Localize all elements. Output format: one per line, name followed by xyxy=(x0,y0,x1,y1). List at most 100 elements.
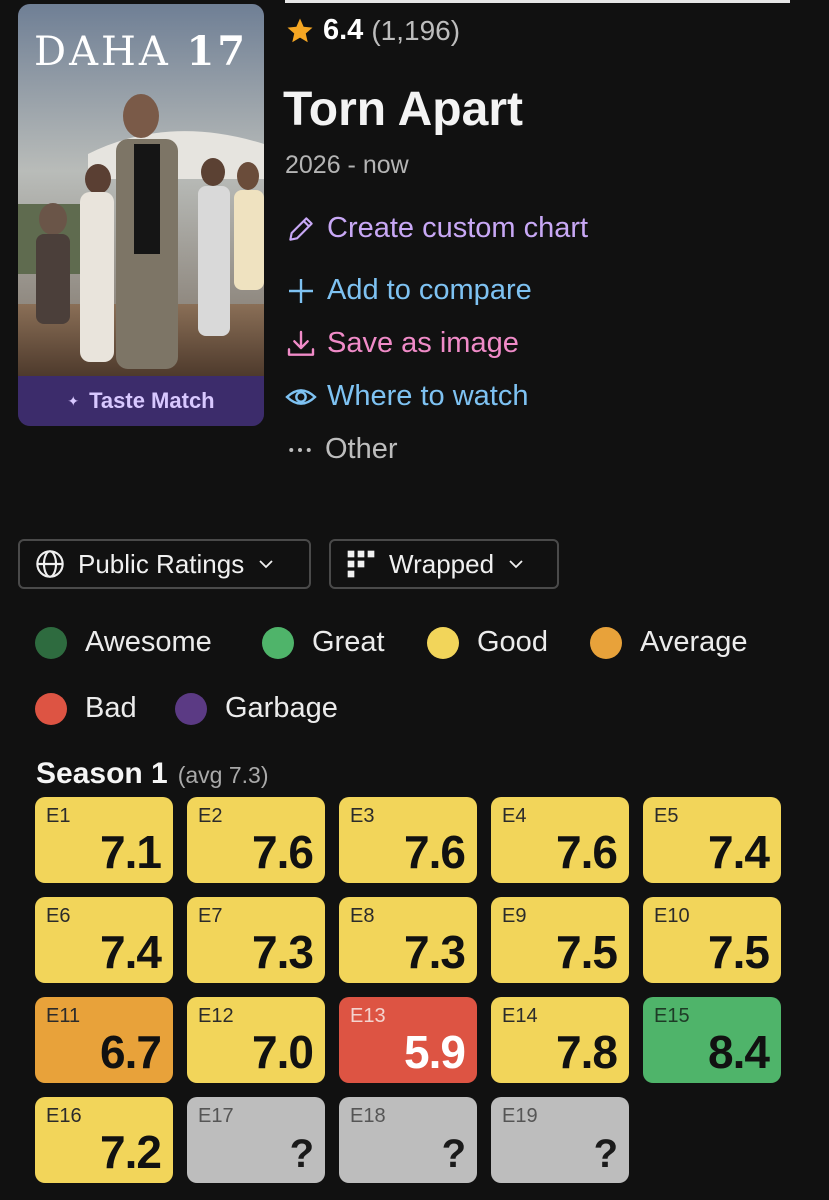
episode-number: E2 xyxy=(198,805,223,827)
episode-number: E8 xyxy=(350,905,375,927)
episode-cell-e6[interactable]: E6 7.4 xyxy=(35,897,173,983)
grid-icon xyxy=(347,550,375,578)
rating-value: 6.4 xyxy=(323,14,364,46)
episode-score: 7.6 xyxy=(556,826,618,878)
episode-cell-e16[interactable]: E16 7.2 xyxy=(35,1097,173,1183)
episode-cell-e15[interactable]: E15 8.4 xyxy=(643,997,781,1083)
episode-score: 7.6 xyxy=(252,826,314,878)
episode-cell-e5[interactable]: E5 7.4 xyxy=(643,797,781,883)
taste-match-label: Taste Match xyxy=(89,388,215,413)
episode-cell-e11[interactable]: E11 6.7 xyxy=(35,997,173,1083)
sparkle-icon: ✦ xyxy=(67,392,80,409)
episode-score: 7.5 xyxy=(556,926,618,978)
legend-label: Bad xyxy=(85,692,137,724)
ratings-source-dropdown[interactable]: Public Ratings xyxy=(18,539,311,589)
other-menu-link[interactable]: Other xyxy=(285,433,398,466)
episode-cell-e17[interactable]: E17? xyxy=(187,1097,325,1183)
episode-cell-e14[interactable]: E14 7.8 xyxy=(491,997,629,1083)
save-as-image-link[interactable]: Save as image xyxy=(285,327,519,360)
episode-score: ? xyxy=(289,1132,314,1176)
add-to-compare-link[interactable]: Add to compare xyxy=(285,274,532,307)
layout-dropdown[interactable]: Wrapped xyxy=(329,539,559,589)
legend-label: Garbage xyxy=(225,692,338,724)
legend-item-great: Great xyxy=(262,626,385,659)
episode-score: 7.1 xyxy=(100,826,162,878)
rating-row: 6.4 (1,196) xyxy=(285,14,460,47)
episode-score: 7.2 xyxy=(100,1126,162,1178)
download-icon xyxy=(287,330,315,356)
episode-number: E17 xyxy=(198,1105,234,1127)
star-icon xyxy=(287,18,313,42)
episode-cell-e18[interactable]: E18? xyxy=(339,1097,477,1183)
taste-match-button[interactable]: ✦ Taste Match xyxy=(18,376,264,426)
legend-label: Average xyxy=(640,626,748,658)
episode-score: 6.7 xyxy=(100,1026,162,1078)
episode-number: E3 xyxy=(350,805,375,827)
episode-number: E14 xyxy=(502,1005,538,1027)
where-to-watch-link[interactable]: Where to watch xyxy=(285,380,528,413)
show-poster[interactable]: DAHA 17 ✦ Taste Match xyxy=(18,4,264,426)
chevron-down-icon xyxy=(259,560,273,569)
ratings-source-label: Public Ratings xyxy=(78,548,245,579)
episode-score: 7.0 xyxy=(252,1026,314,1078)
plus-icon xyxy=(289,278,313,303)
more-dots-icon xyxy=(289,447,311,452)
legend-label: Great xyxy=(312,626,385,658)
episode-number: E18 xyxy=(350,1105,386,1127)
episode-cell-e8[interactable]: E8 7.3 xyxy=(339,897,477,983)
episode-number: E13 xyxy=(350,1005,386,1027)
episode-number: E12 xyxy=(198,1005,234,1027)
episode-score: 7.6 xyxy=(404,826,466,878)
episode-score: 7.8 xyxy=(556,1026,618,1078)
season-name: Season 1 xyxy=(36,757,168,790)
poster-logo: DAHA 17 xyxy=(34,28,249,75)
episode-score: ? xyxy=(441,1132,466,1176)
pencil-icon xyxy=(289,216,313,241)
legend-dot xyxy=(262,626,294,659)
episode-score: ? xyxy=(593,1132,618,1176)
episode-cell-e7[interactable]: E7 7.3 xyxy=(187,897,325,983)
show-years: 2026 - now xyxy=(285,151,409,179)
eye-icon xyxy=(285,388,317,405)
episode-cell-e3[interactable]: E3 7.6 xyxy=(339,797,477,883)
episode-cell-e12[interactable]: E12 7.0 xyxy=(187,997,325,1083)
episode-score: 5.9 xyxy=(404,1026,466,1078)
legend-dot xyxy=(590,626,622,659)
episode-number: E5 xyxy=(654,805,679,827)
legend-dot xyxy=(35,626,67,659)
episode-cell-e4[interactable]: E4 7.6 xyxy=(491,797,629,883)
globe-icon xyxy=(36,550,64,578)
episode-cell-e1[interactable]: E1 7.1 xyxy=(35,797,173,883)
legend-label: Awesome xyxy=(85,626,212,658)
episode-score: 7.3 xyxy=(252,926,314,978)
legend-dot xyxy=(35,692,67,725)
episode-number: E16 xyxy=(46,1105,82,1127)
legend-label: Good xyxy=(477,626,548,658)
episode-number: E19 xyxy=(502,1105,538,1127)
episode-cell-e9[interactable]: E9 7.5 xyxy=(491,897,629,983)
episode-number: E15 xyxy=(654,1005,690,1027)
season-header: Season 1 (avg 7.3) xyxy=(36,757,269,791)
episode-cell-e19[interactable]: E19? xyxy=(491,1097,629,1183)
episode-number: E1 xyxy=(46,805,71,827)
episode-cell-e2[interactable]: E2 7.6 xyxy=(187,797,325,883)
chevron-down-icon xyxy=(509,560,523,569)
episode-number: E10 xyxy=(654,905,690,927)
episode-cell-e13[interactable]: E13 5.9 xyxy=(339,997,477,1083)
episode-number: E4 xyxy=(502,805,527,827)
episode-number: E11 xyxy=(46,1005,81,1027)
episode-cell-e10[interactable]: E10 7.5 xyxy=(643,897,781,983)
episode-score: 7.5 xyxy=(708,926,770,978)
show-title: Torn Apart xyxy=(283,83,523,136)
legend-item-good: Good xyxy=(427,626,548,659)
legend-dot xyxy=(175,692,207,725)
legend-item-average: Average xyxy=(590,626,748,659)
top-divider xyxy=(285,0,790,3)
episode-score: 7.4 xyxy=(100,926,162,978)
layout-label: Wrapped xyxy=(389,548,495,579)
create-custom-chart-link[interactable]: Create custom chart xyxy=(285,212,588,245)
legend-dot xyxy=(427,626,459,659)
episode-score: 7.3 xyxy=(404,926,466,978)
episode-score: 8.4 xyxy=(708,1026,770,1078)
episode-number: E6 xyxy=(46,905,71,927)
